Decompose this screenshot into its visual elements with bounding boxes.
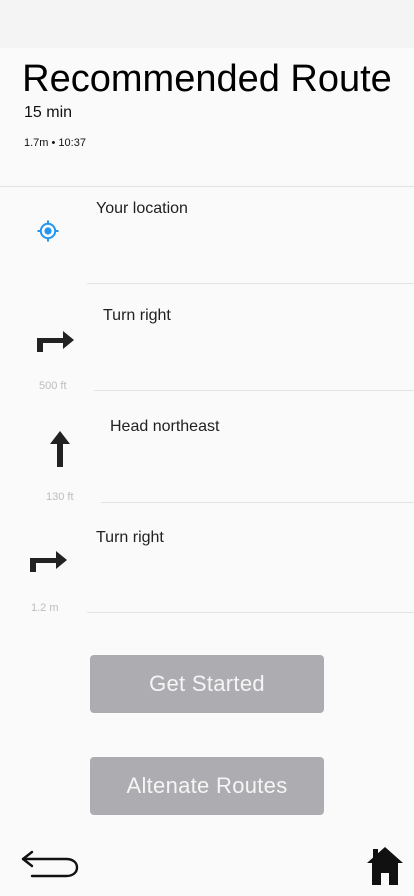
back-arrow-icon[interactable]	[20, 850, 80, 884]
route-meta: 1.7m • 10:37	[24, 137, 86, 149]
step-distance: 500 ft	[39, 380, 67, 392]
turn-right-icon	[30, 551, 67, 572]
step-divider	[94, 390, 414, 391]
alternate-routes-button[interactable]: Altenate Routes	[90, 757, 324, 815]
step-divider	[87, 283, 414, 284]
route-screen: Recommended Route 15 min 1.7m • 10:37 Yo…	[0, 0, 414, 896]
step-distance: 1.2 m	[31, 602, 59, 614]
header-divider	[0, 186, 414, 187]
step-distance: 130 ft	[46, 491, 74, 503]
step-divider	[101, 502, 414, 503]
page-title: Recommended Route	[22, 58, 392, 100]
step-label: Turn right	[96, 529, 164, 546]
step-label: Head northeast	[110, 418, 220, 435]
my-location-icon	[37, 220, 59, 242]
turn-right-icon	[37, 331, 74, 352]
step-divider	[87, 612, 414, 613]
route-duration: 15 min	[24, 104, 73, 121]
step-label: Your location	[96, 200, 188, 217]
status-bar	[0, 0, 414, 48]
arrow-up-icon	[50, 431, 70, 467]
step-label: Turn right	[103, 307, 171, 324]
home-icon[interactable]	[366, 846, 404, 886]
get-started-button[interactable]: Get Started	[90, 655, 324, 713]
